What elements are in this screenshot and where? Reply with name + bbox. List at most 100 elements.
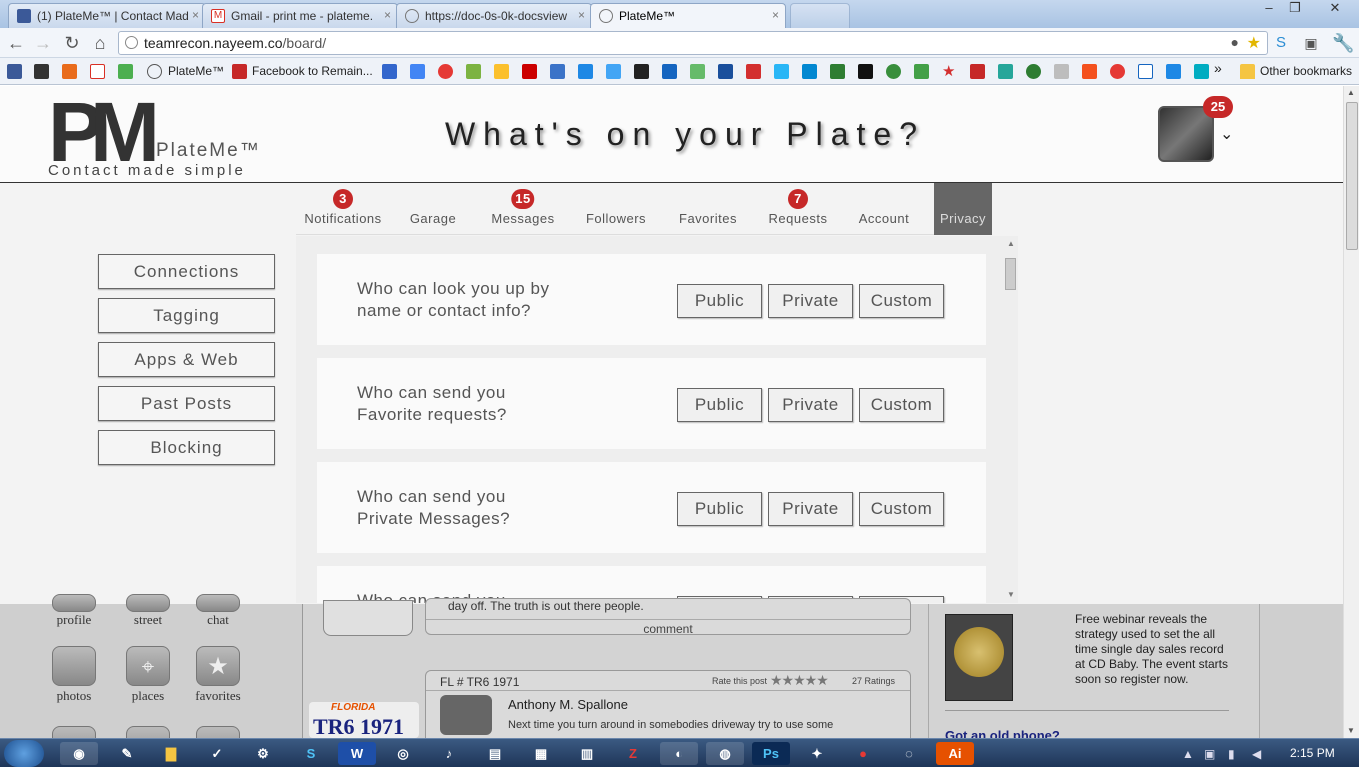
facebook-icon[interactable] <box>7 64 22 79</box>
custom-button[interactable]: Custom <box>859 284 944 318</box>
logo-mark[interactable]: PM <box>48 90 160 174</box>
custom-button[interactable]: Custom <box>859 388 944 422</box>
chevron-down-icon[interactable]: ⌄ <box>1220 124 1233 144</box>
page-scrollbar[interactable]: ▲ ▼ <box>1343 86 1359 738</box>
paint-icon[interactable]: ✎ <box>108 742 146 765</box>
skype-icon[interactable]: S <box>292 742 330 765</box>
tab-followers[interactable]: Followers <box>580 183 652 235</box>
reload-icon[interactable]: ↻ <box>61 32 83 54</box>
bookmark-icon[interactable] <box>1082 64 1097 79</box>
tab-account[interactable]: Account <box>852 183 916 235</box>
connections-button[interactable]: Connections <box>98 254 275 289</box>
bookmark-icon[interactable] <box>578 64 593 79</box>
chrome-icon[interactable]: ◉ <box>60 742 98 765</box>
app-icon[interactable]: ● <box>844 742 882 765</box>
tab-favorites[interactable]: Favorites <box>672 183 744 235</box>
app-icon[interactable]: ✦ <box>798 742 836 765</box>
settings-icon[interactable]: ⚙ <box>244 742 282 765</box>
home-icon[interactable]: ⌂ <box>89 32 111 54</box>
calendar-icon[interactable] <box>382 64 397 79</box>
bookmark-icon[interactable] <box>830 64 845 79</box>
bookmark-icon[interactable] <box>746 64 761 79</box>
close-tab-icon[interactable]: × <box>192 8 199 22</box>
folder-icon[interactable]: ▇ <box>152 742 190 765</box>
tab-requests[interactable]: 7 Requests <box>764 183 832 235</box>
blocking-button[interactable]: Blocking <box>98 430 275 465</box>
bookmark-icon[interactable] <box>774 64 789 79</box>
tab-garage[interactable]: Garage <box>400 183 466 235</box>
bookmark-facebook-remain[interactable]: Facebook to Remain... <box>252 64 373 78</box>
page-scrollbar-thumb[interactable] <box>1346 102 1358 250</box>
app-icon[interactable]: ▦ <box>522 742 560 765</box>
youtube-icon[interactable] <box>522 64 537 79</box>
tray-expand-icon[interactable]: ▲ <box>1182 747 1194 761</box>
ad-link[interactable]: Got an old phone? <box>945 728 1060 738</box>
bookmark-icon[interactable] <box>1054 64 1069 79</box>
maps-icon[interactable] <box>466 64 481 79</box>
tab-notifications[interactable]: 3 Notifications <box>296 183 390 235</box>
wrench-icon[interactable]: 🔧 <box>1332 32 1354 54</box>
app-icon[interactable]: ◐ <box>660 742 698 765</box>
pm-icon[interactable] <box>34 64 49 79</box>
network-icon[interactable]: ▣ <box>1204 747 1215 761</box>
bookmark-icon[interactable] <box>690 64 705 79</box>
skype-icon[interactable]: S <box>1270 32 1292 54</box>
filezilla-icon[interactable]: Z <box>614 742 652 765</box>
app-icon[interactable]: ◌ <box>890 742 928 765</box>
forward-icon[interactable]: → <box>32 32 54 54</box>
cpanel-icon[interactable] <box>62 64 77 79</box>
close-window-icon[interactable]: ✕ <box>1318 0 1352 18</box>
restore-icon[interactable]: ❐ <box>1282 0 1308 18</box>
bookmark-icon[interactable] <box>1138 64 1153 79</box>
bookmark-other[interactable]: Other bookmarks <box>1260 64 1352 78</box>
rating-stars[interactable]: ★★★★★ <box>770 672 829 689</box>
past-posts-button[interactable]: Past Posts <box>98 386 275 421</box>
tab-privacy[interactable]: Privacy <box>934 183 992 235</box>
bookmark-icon[interactable] <box>970 64 985 79</box>
app-icon[interactable]: ▤ <box>476 742 514 765</box>
bookmark-icon[interactable] <box>1026 64 1041 79</box>
gmail-icon[interactable] <box>90 64 105 79</box>
bookmark-icon[interactable] <box>634 64 649 79</box>
comment-link[interactable]: comment <box>426 619 910 636</box>
post-author[interactable]: Anthony M. Spallone <box>508 697 628 712</box>
close-tab-icon[interactable]: × <box>384 8 391 22</box>
scroll-up-icon[interactable]: ▲ <box>1347 88 1355 97</box>
private-button[interactable]: Private <box>768 492 853 526</box>
custom-button[interactable]: Custom <box>859 492 944 526</box>
taskbar-clock[interactable]: 2:15 PM <box>1290 746 1335 760</box>
new-tab-button[interactable] <box>790 3 850 28</box>
bookmark-icon[interactable] <box>662 64 677 79</box>
bookmark-icon[interactable] <box>802 64 817 79</box>
scroll-down-icon[interactable]: ▼ <box>1347 726 1355 735</box>
logo-name[interactable]: PlateMe™ <box>156 140 261 162</box>
blogger-icon[interactable] <box>550 64 565 79</box>
star-icon[interactable]: ★ <box>942 64 957 79</box>
public-button[interactable]: Public <box>677 492 762 526</box>
word-icon[interactable]: W <box>338 742 376 765</box>
app-icon[interactable]: ♪ <box>430 742 468 765</box>
app-icon[interactable]: ✓ <box>198 742 236 765</box>
docs-icon[interactable] <box>410 64 425 79</box>
tab-messages[interactable]: 15 Messages <box>486 183 560 235</box>
photoshop-icon[interactable]: Ps <box>752 742 790 765</box>
browser-tab-active[interactable]: PlateMe™ × <box>590 3 786 28</box>
panel-scrollbar-thumb[interactable] <box>1005 258 1016 290</box>
bookmark-icon[interactable] <box>494 64 509 79</box>
paypal-icon[interactable] <box>718 64 733 79</box>
back-icon[interactable]: ← <box>5 32 27 54</box>
browser-tab[interactable]: M Gmail - print me - plateme. × <box>202 3 398 28</box>
minimize-icon[interactable]: – <box>1256 0 1282 18</box>
browser-tab[interactable]: https://doc-0s-0k-docsview × <box>396 3 592 28</box>
bookmark-plateme[interactable]: PlateMe™ <box>168 64 224 78</box>
browser-tab[interactable]: (1) PlateMe™ | Contact Mad × <box>8 3 206 28</box>
extension-icon[interactable]: ▣ <box>1300 32 1322 54</box>
bookmark-icon[interactable] <box>998 64 1013 79</box>
apps-web-button[interactable]: Apps & Web <box>98 342 275 377</box>
chevron-right-icon[interactable]: » <box>1214 60 1222 76</box>
dropbox-icon[interactable] <box>606 64 621 79</box>
public-button[interactable]: Public <box>677 284 762 318</box>
private-button[interactable]: Private <box>768 284 853 318</box>
apps-icon[interactable] <box>118 64 133 79</box>
calculator-icon[interactable]: ▥ <box>568 742 606 765</box>
